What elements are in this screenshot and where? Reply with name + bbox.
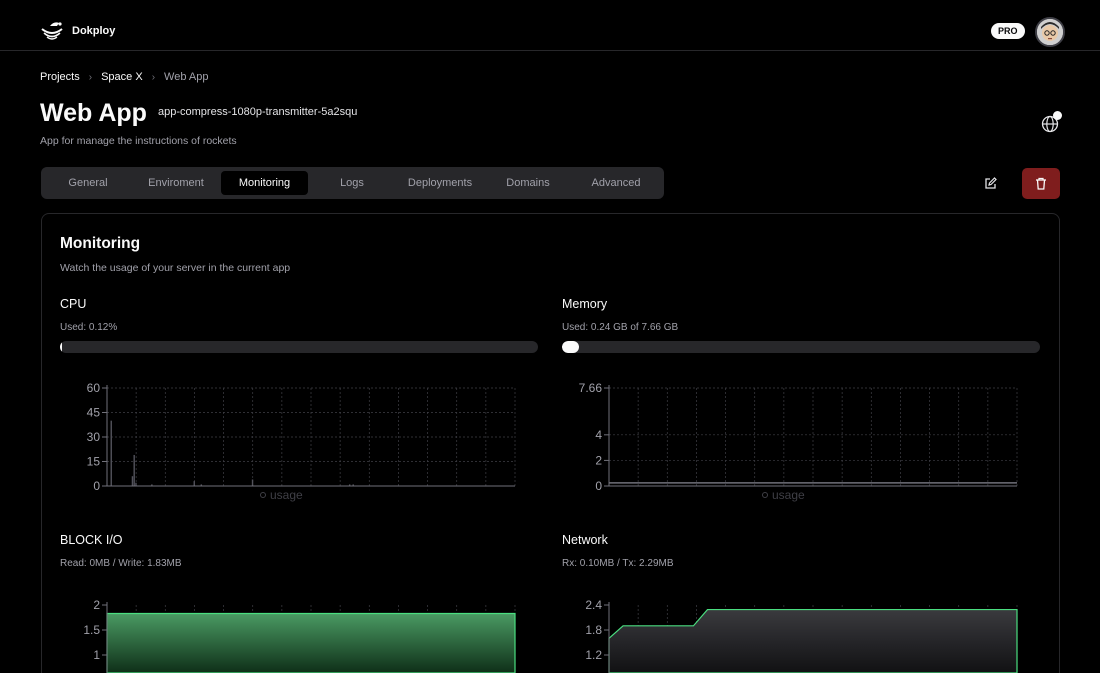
cpu-chart-svg: 0 15 30 45 60 usage	[87, 381, 516, 502]
block-io-label: BLOCK I/O	[60, 533, 123, 547]
avatar-image	[1037, 19, 1063, 45]
brand-logo[interactable]: Dokploy	[40, 20, 115, 42]
tab-environment[interactable]: Enviroment	[131, 171, 221, 195]
monitoring-title: Monitoring	[60, 235, 141, 252]
y-tick-label: 4	[595, 428, 602, 442]
block-io-chart: 1 1.5 2	[60, 594, 540, 673]
legend-label: usage	[772, 488, 805, 502]
y-tick-label: 15	[87, 455, 101, 469]
monitoring-description: Watch the usage of your server in the cu…	[60, 262, 291, 274]
y-tick-label: 2.4	[585, 598, 602, 612]
cpu-bar	[133, 454, 135, 486]
chart-grid	[608, 387, 1018, 487]
pro-badge: PRO	[991, 23, 1025, 39]
tab-general[interactable]: General	[45, 171, 131, 195]
y-tick-label: 2	[93, 598, 100, 612]
block-io-chart-svg: 11.52	[83, 598, 516, 673]
cpu-bar	[251, 479, 254, 486]
dokploy-logo-icon	[41, 22, 63, 40]
network-chart: 1.2 1.8 2.4	[562, 594, 1042, 673]
network-stats: Rx: 0.10MB / Tx: 2.29MB	[562, 558, 674, 569]
memory-chart-svg: 0 2 4 7.66 usage	[579, 381, 1018, 502]
trash-icon	[1036, 177, 1046, 190]
cpu-progress-fill	[60, 341, 62, 353]
tab-bar: General Enviroment Monitoring Logs Deplo…	[41, 167, 664, 199]
network-chart-svg: 1.2 1.8 2.4	[585, 598, 1018, 673]
breadcrumb: Projects › Space X › Web App	[40, 71, 208, 83]
edit-button[interactable]	[978, 171, 1002, 195]
y-tick-label: 0	[595, 479, 602, 493]
area-series	[608, 608, 1018, 673]
y-tick-label: 30	[87, 430, 101, 444]
app-description: App for manage the instructions of rocke…	[40, 135, 237, 147]
y-tick-label: 45	[87, 406, 101, 420]
chevron-right-icon: ›	[151, 71, 156, 83]
breadcrumb-project[interactable]: Space X	[101, 71, 143, 83]
status-dot	[1053, 111, 1062, 120]
y-tick-label: 7.66	[579, 381, 603, 395]
top-bar: Dokploy PRO	[0, 0, 1100, 51]
legend-marker	[762, 492, 768, 498]
y-tick-label: 2	[595, 453, 602, 467]
y-tick-label: 1.5	[83, 623, 100, 637]
memory-label: Memory	[562, 297, 608, 311]
edit-icon	[984, 176, 997, 189]
y-tick-label: 0	[93, 479, 100, 493]
page-title: Web App	[40, 99, 147, 127]
cpu-label: CPU	[60, 297, 87, 311]
y-tick-label: 1.2	[585, 648, 602, 662]
legend-marker	[260, 492, 266, 498]
cpu-progress-bar	[60, 341, 538, 353]
memory-progress-fill	[562, 341, 579, 353]
area-series	[106, 612, 516, 673]
y-tick-label: 60	[87, 381, 101, 395]
tab-deployments[interactable]: Deployments	[396, 171, 484, 195]
delete-button[interactable]	[1022, 168, 1060, 199]
memory-chart: 0 2 4 7.66 usage	[562, 378, 1042, 508]
brand-name: Dokploy	[72, 25, 116, 37]
tab-monitoring[interactable]: Monitoring	[221, 171, 308, 195]
chevron-right-icon: ›	[88, 71, 93, 83]
y-tick-label: 1.8	[585, 623, 602, 637]
cpu-bar	[131, 476, 134, 486]
cpu-bar	[110, 420, 112, 486]
block-io-stats: Read: 0MB / Write: 1.83MB	[60, 558, 182, 569]
cpu-used: Used: 0.12%	[60, 322, 118, 333]
memory-progress-bar	[562, 341, 1040, 353]
breadcrumb-current: Web App	[164, 71, 209, 83]
chart-grid	[106, 387, 516, 487]
y-tick-label: 1	[93, 648, 100, 662]
cpu-chart: 0 15 30 45 60 usage	[60, 378, 540, 508]
legend-label: usage	[270, 488, 303, 502]
breadcrumb-projects[interactable]: Projects	[40, 71, 80, 83]
avatar[interactable]	[1035, 17, 1065, 47]
cpu-bar	[193, 481, 195, 486]
tab-advanced[interactable]: Advanced	[572, 171, 660, 195]
app-name: app-compress-1080p-transmitter-5a2squ	[158, 106, 358, 118]
tab-domains[interactable]: Domains	[484, 171, 572, 195]
tab-logs[interactable]: Logs	[308, 171, 396, 195]
memory-used: Used: 0.24 GB of 7.66 GB	[562, 322, 679, 333]
network-label: Network	[562, 533, 608, 547]
